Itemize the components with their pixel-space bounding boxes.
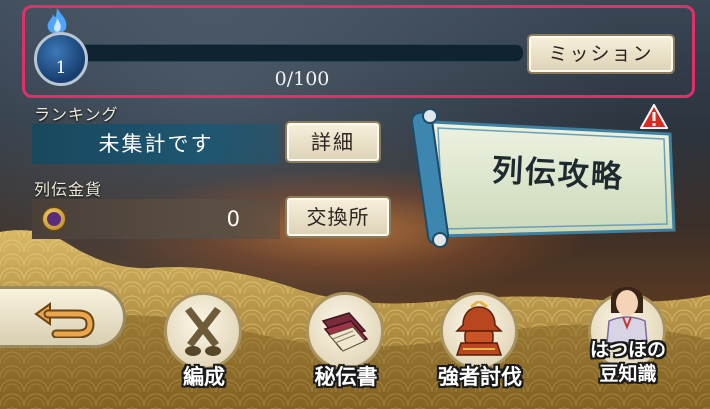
coin-icon	[42, 207, 66, 231]
exclamation-icon	[640, 104, 668, 129]
coins-panel: 0	[32, 199, 280, 239]
level-badge: 1	[34, 32, 88, 86]
mission-progress-text: 0/100	[274, 68, 330, 90]
level-number: 1	[55, 58, 67, 78]
trivia-label: はつほの 豆知識	[572, 338, 684, 386]
back-button[interactable]	[0, 286, 126, 348]
ranking-panel: 未集計です	[32, 124, 280, 164]
strong-subjugation-button[interactable]	[440, 292, 518, 370]
formation-button[interactable]	[164, 292, 242, 370]
mission-button[interactable]: ミッション	[527, 34, 675, 74]
secret-books-label: 秘伝書	[314, 365, 378, 389]
crossed-weapons-icon	[185, 307, 221, 356]
ranking-label: ランキング	[34, 105, 119, 124]
helmet-icon	[455, 301, 503, 356]
books-icon	[321, 312, 369, 352]
trivia-label-line1: はつほの	[589, 339, 666, 361]
coins-label: 列伝金貨	[34, 180, 103, 199]
formation-label: 編成	[183, 365, 225, 389]
coins-value: 0	[226, 207, 240, 231]
secret-books-button[interactable]	[306, 292, 384, 370]
trivia-label-line2: 豆知識	[599, 363, 657, 385]
exchange-button[interactable]: 交換所	[285, 196, 391, 238]
mission-progress-track	[62, 44, 524, 62]
ranking-value: 未集計です	[98, 132, 214, 156]
ranking-detail-button[interactable]: 詳細	[285, 121, 381, 163]
strong-subjugation-label: 強者討伐	[438, 365, 522, 389]
character-portrait-icon	[606, 287, 648, 343]
return-arrow-icon	[34, 302, 95, 338]
